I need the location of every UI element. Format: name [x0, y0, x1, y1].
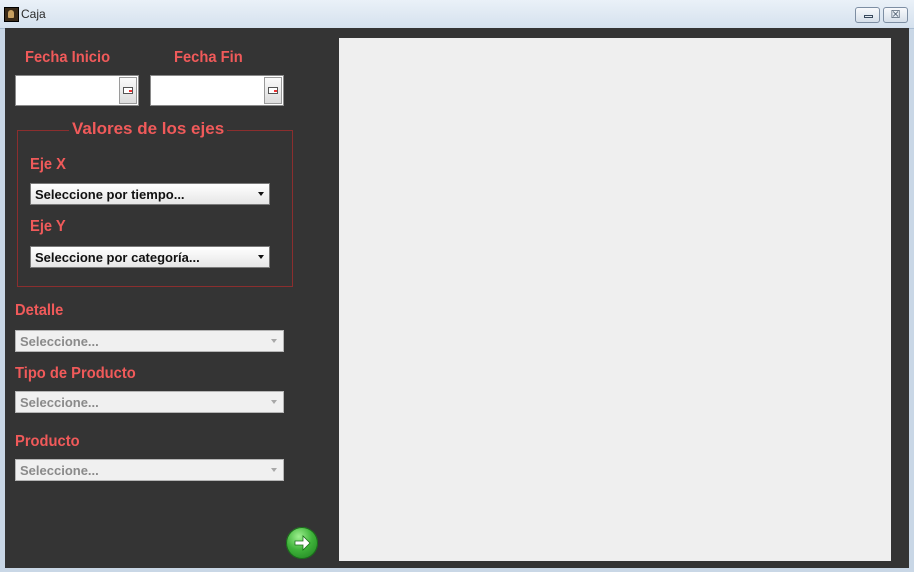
start-date-field[interactable] — [15, 75, 139, 106]
chevron-down-icon — [258, 255, 264, 259]
chevron-down-icon — [271, 339, 277, 343]
chevron-down-icon — [271, 468, 277, 472]
detail-label: Detalle — [15, 302, 64, 319]
product-select[interactable]: Seleccione... — [15, 459, 284, 481]
y-axis-label: Eje Y — [30, 218, 66, 235]
axes-group-title: Valores de los ejes — [69, 119, 228, 139]
window-titlebar[interactable]: Caja ☒ — [0, 0, 914, 29]
app-icon — [4, 7, 19, 22]
window-title: Caja — [21, 7, 46, 21]
product-selected: Seleccione... — [20, 463, 99, 478]
calendar-icon[interactable] — [119, 77, 137, 104]
product-type-label: Tipo de Producto — [15, 365, 136, 382]
product-type-select[interactable]: Seleccione... — [15, 391, 284, 413]
close-icon: ☒ — [890, 9, 901, 21]
chevron-down-icon — [271, 400, 277, 404]
y-axis-selected: Seleccione por categoría... — [35, 250, 200, 265]
product-label: Producto — [15, 433, 80, 450]
chevron-down-icon — [258, 192, 264, 196]
go-button[interactable] — [286, 527, 318, 559]
y-axis-select[interactable]: Seleccione por categoría... — [30, 246, 270, 268]
end-date-label: Fecha Fin — [174, 49, 243, 66]
product-type-selected: Seleccione... — [20, 395, 99, 410]
main-panel: Fecha Inicio Fecha Fin Valores de los ej… — [5, 28, 909, 568]
x-axis-select[interactable]: Seleccione por tiempo... — [30, 183, 270, 205]
close-button[interactable]: ☒ — [883, 7, 908, 23]
start-date-label: Fecha Inicio — [25, 49, 111, 66]
end-date-field[interactable] — [150, 75, 284, 106]
detail-selected: Seleccione... — [20, 334, 99, 349]
x-axis-selected: Seleccione por tiempo... — [35, 187, 185, 202]
calendar-icon[interactable] — [264, 77, 282, 104]
arrow-right-icon — [294, 535, 311, 551]
detail-select[interactable]: Seleccione... — [15, 330, 284, 352]
minimize-button[interactable] — [855, 7, 880, 23]
x-axis-label: Eje X — [30, 156, 67, 173]
chart-area — [339, 38, 891, 561]
